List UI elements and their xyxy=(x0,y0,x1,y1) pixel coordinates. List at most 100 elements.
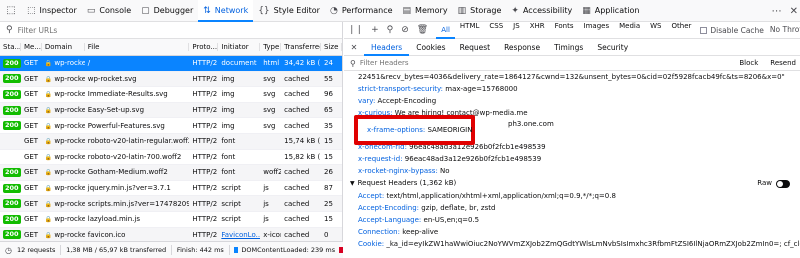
column-header[interactable]: Size xyxy=(321,43,342,51)
tab-cookies[interactable]: Cookies xyxy=(409,39,452,56)
column-header[interactable]: Type xyxy=(260,43,282,51)
tab-style-editor[interactable]: {} Style Editor xyxy=(253,0,325,22)
table-row[interactable]: 200GET🔒wp-rocket...Powerful-Features.svg… xyxy=(0,118,342,134)
table-row[interactable]: GET🔒wp-rocket...roboto-v20-latin-700.wof… xyxy=(0,150,342,166)
tab-network[interactable]: ⇅ Network xyxy=(198,0,254,22)
tab-headers[interactable]: Headers xyxy=(364,39,409,56)
size-cell: 65 xyxy=(324,106,333,115)
headers-filter-input[interactable]: Filter Headers xyxy=(360,59,409,67)
header-line[interactable]: Accept: text/html,application/xhtml+xml,… xyxy=(358,190,800,202)
trash-icon[interactable]: 🗑 xyxy=(417,25,428,35)
dom-content-loaded: DOMContentLoaded: 239 ms xyxy=(241,246,336,254)
tab-timings[interactable]: Timings xyxy=(547,39,590,56)
method-cell: GET xyxy=(23,215,39,224)
tab-performance[interactable]: ◔ Performance xyxy=(325,0,398,22)
request-headers-section[interactable]: ▼ Request Headers (1,362 kB) Raw xyxy=(350,177,800,190)
throttling-select[interactable]: No Throttling ⬧ xyxy=(770,25,800,35)
search-icon[interactable]: ⚲ xyxy=(387,25,394,35)
header-name: x-frame-options: xyxy=(367,126,426,134)
initiator-cell: img xyxy=(221,74,235,83)
raw-toggle[interactable]: Raw xyxy=(757,177,790,190)
tab-storage[interactable]: ▥ Storage xyxy=(453,0,507,22)
initiator-link[interactable]: FaviconLo... xyxy=(221,231,260,239)
table-row[interactable]: 200GET🔒wp-rocket.../HTTP/2documenthtml34… xyxy=(0,56,342,72)
block-icon[interactable]: ⊘ xyxy=(401,25,409,35)
table-row[interactable]: 200GET🔒wp-rocket...Immediate-Results.svg… xyxy=(0,87,342,103)
block-button[interactable]: Block xyxy=(739,59,758,67)
status-badge: 200 xyxy=(3,214,21,224)
details-tabs: ✕ Headers Cookies Request Response Timings Se… xyxy=(344,39,800,56)
file-cell: favicon.ico xyxy=(87,230,126,239)
domain-cell: 🔒wp-rocket... xyxy=(42,200,85,208)
accessibility-icon: ✦ xyxy=(511,5,519,16)
table-row[interactable]: 200GET🔒wp-rocket...Gotham-Medium.woff2HT… xyxy=(0,165,342,181)
table-row[interactable]: GET🔒wp-rocket...roboto-v20-latin-regular… xyxy=(0,133,342,150)
tab-console[interactable]: ▭ Console xyxy=(82,0,136,22)
performance-analysis-icon[interactable]: ◷ xyxy=(5,246,12,255)
filter-media[interactable]: Media xyxy=(614,22,645,39)
filter-js[interactable]: JS xyxy=(508,22,525,39)
size-cell: 35 xyxy=(324,121,333,130)
column-header[interactable]: Initiator xyxy=(218,43,261,51)
tab-label: Network xyxy=(214,6,249,15)
column-header[interactable]: File xyxy=(85,43,190,51)
resend-button[interactable]: Resend xyxy=(770,59,796,67)
tab-security[interactable]: Security xyxy=(590,39,635,56)
header-line[interactable]: x-request-id: 96eac48ad3a12e926b0f2fcb1e… xyxy=(358,153,800,165)
filter-html[interactable]: HTML xyxy=(455,22,484,39)
header-line[interactable]: x-rocket-nginx-bypass: No xyxy=(358,165,800,177)
protocol-cell: HTTP/2 xyxy=(192,152,218,161)
column-header[interactable]: Proto... xyxy=(189,43,219,51)
tab-request[interactable]: Request xyxy=(453,39,497,56)
tab-label: Storage xyxy=(470,6,502,15)
element-picker-icon[interactable]: ⬚ xyxy=(0,0,22,22)
filter-all[interactable]: All xyxy=(436,22,455,39)
finish-time: Finish: 442 ms xyxy=(176,246,224,254)
tab-accessibility[interactable]: ✦ Accessibility xyxy=(506,0,577,22)
tab-response[interactable]: Response xyxy=(497,39,547,56)
raw-label: Raw xyxy=(757,179,772,187)
header-line[interactable]: strict-transport-security: max-age=15768… xyxy=(358,83,800,95)
url-filter-input[interactable]: Filter URLs xyxy=(18,26,58,35)
table-row[interactable]: 200GET🔒wp-rocket...lazyload.min.jsHTTP/2… xyxy=(0,212,342,228)
tab-label: Accessibility xyxy=(522,6,573,15)
tab-memory[interactable]: ▤ Memory xyxy=(398,0,453,22)
add-icon[interactable]: + xyxy=(371,25,379,35)
more-options-icon[interactable]: ⋯ xyxy=(772,6,782,17)
table-row[interactable]: 200GET🔒wp-rocket...wp-rocket.svgHTTP/2im… xyxy=(0,71,342,88)
disable-cache-checkbox[interactable]: Disable Cache xyxy=(700,26,764,35)
header-line[interactable]: Accept-Encoding: gzip, deflate, br, zstd xyxy=(358,202,800,214)
lock-icon: 🔒 xyxy=(44,153,53,161)
table-row[interactable]: 200GET🔒wp-rocket...scripts.min.js?ver=17… xyxy=(0,196,342,212)
tab-application[interactable]: ▦ Application xyxy=(577,0,644,22)
header-line[interactable]: Connection: keep-alive xyxy=(358,226,800,238)
filter-other[interactable]: Other xyxy=(667,22,697,39)
filter-css[interactable]: CSS xyxy=(484,22,508,39)
filter-images[interactable]: Images xyxy=(579,22,615,39)
size-cell: 87 xyxy=(324,184,333,193)
column-header[interactable]: Domain xyxy=(42,43,85,51)
pause-icon[interactable]: ❘❘ xyxy=(348,25,363,35)
tab-debugger[interactable]: ▢ Debugger xyxy=(136,0,198,22)
type-cell: svg xyxy=(263,106,276,115)
column-header[interactable]: Me... xyxy=(21,43,42,51)
header-name: x-request-id: xyxy=(358,155,403,163)
close-devtools-icon[interactable]: ✕ xyxy=(790,6,798,17)
header-line[interactable]: 22451&recv_bytes=4036&delivery_rate=1864… xyxy=(358,71,800,83)
filter-ws[interactable]: WS xyxy=(645,22,666,39)
filter-xhr[interactable]: XHR xyxy=(525,22,550,39)
initiator-cell: script xyxy=(221,199,241,208)
network-statusbar: ◷ 12 requests 1,38 MB / 65,97 kB transfe… xyxy=(0,241,344,258)
header-line[interactable]: Accept-Language: en-US,en;q=0.5 xyxy=(358,214,800,226)
table-row[interactable]: 200GET🔒wp-rocket...jquery.min.js?ver=3.7… xyxy=(0,181,342,197)
close-details-icon[interactable]: ✕ xyxy=(344,43,364,52)
column-header[interactable]: Transferred xyxy=(281,43,322,51)
tab-inspector[interactable]: ⬚ Inspector xyxy=(22,0,82,22)
filter-fonts[interactable]: Fonts xyxy=(550,22,579,39)
header-line[interactable]: vary: Accept-Encoding xyxy=(358,95,800,107)
table-row[interactable]: 200GET🔒wp-rocket...Easy-Set-up.svgHTTP/2… xyxy=(0,102,342,119)
header-line[interactable]: Cookie: _ka_id=eyIkZW1haWwiOiuc2NoYWVmZX… xyxy=(358,238,800,250)
column-header[interactable]: Sta... xyxy=(0,43,21,51)
highlighted-header-x-frame-options: x-frame-options: SAMEORIGIN xyxy=(354,115,475,145)
status-badge: 200 xyxy=(3,58,21,68)
